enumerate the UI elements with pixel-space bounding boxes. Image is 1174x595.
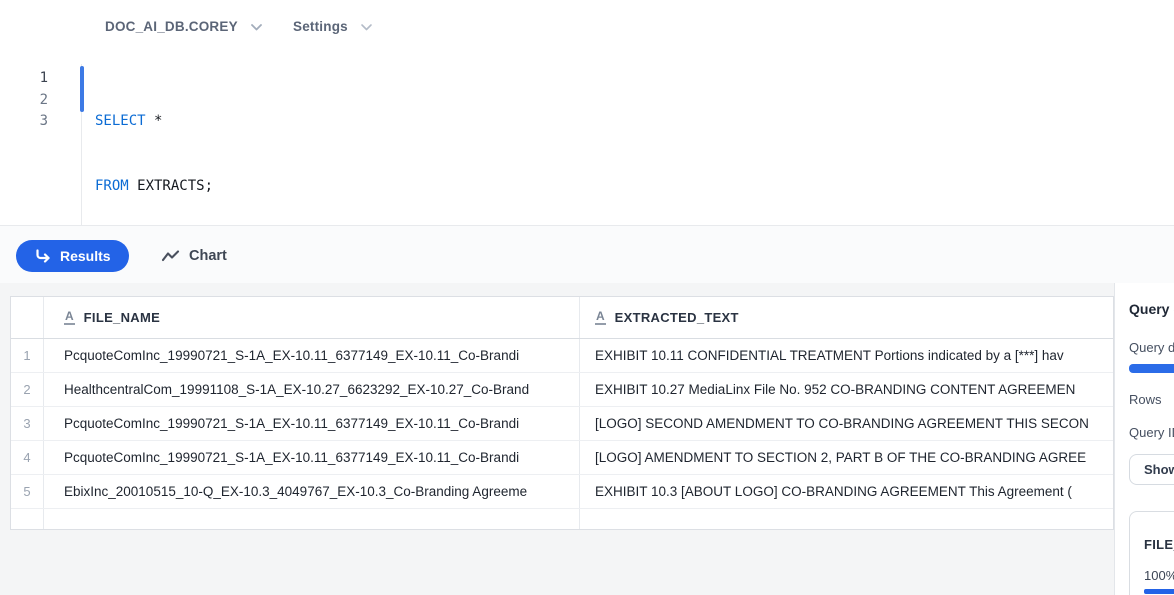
column-header-file-name[interactable]: A FILE_NAME [44, 297, 580, 338]
chevron-down-icon [250, 23, 263, 32]
query-id-label: Query ID [1129, 425, 1174, 440]
sql-code-editor[interactable]: SELECT * FROM EXTRACTS; [95, 68, 1174, 225]
sql-keyword: SELECT [95, 113, 146, 129]
results-toolbar: Results Chart [0, 226, 1174, 283]
column-stats-card[interactable]: FILE_NAME 100% filled [1129, 511, 1174, 595]
row-number: 2 [11, 373, 44, 406]
stats-column-name: FILE_NAME [1144, 537, 1174, 552]
column-header-extracted-text[interactable]: A EXTRACTED_TEXT [580, 297, 1113, 338]
sql-editor-section: DOC_AI_DB.COREY Settings 1 2 3 SELECT * … [0, 0, 1174, 226]
query-duration-label: Query duration [1129, 340, 1174, 355]
editor-toolbar: DOC_AI_DB.COREY Settings [0, 0, 1174, 56]
file-name-cell: PcquoteComInc_19990721_S-1A_EX-10.11_637… [64, 450, 519, 465]
file-name-cell: PcquoteComInc_19990721_S-1A_EX-10.11_637… [64, 348, 519, 363]
query-duration-bar [1129, 364, 1174, 373]
chart-tab-button[interactable]: Chart [153, 240, 235, 272]
line-number: 1 [0, 68, 48, 90]
text-type-icon: A [64, 310, 75, 325]
context-selector-dropdown[interactable]: DOC_AI_DB.COREY [105, 19, 263, 34]
table-row[interactable]: 5 EbixInc_20010515_10-Q_EX-10.3_4049767_… [11, 475, 1113, 509]
extracted-text-cell: EXHIBIT 10.3 [ABOUT LOGO] CO-BRANDING AG… [595, 484, 1072, 499]
column-header-label: FILE_NAME [84, 310, 160, 325]
extracted-text-cell: [LOGO] SECOND AMENDMENT TO CO-BRANDING A… [595, 416, 1089, 431]
table-row[interactable]: 3 PcquoteComInc_19990721_S-1A_EX-10.11_6… [11, 407, 1113, 441]
sql-text: EXTRACTS; [129, 178, 213, 194]
code-line: FROM EXTRACTS; [95, 176, 1174, 198]
column-header-label: EXTRACTED_TEXT [615, 310, 739, 325]
extracted-text-cell: EXHIBIT 10.27 MediaLinx File No. 952 CO-… [595, 382, 1075, 397]
line-number: 3 [0, 111, 48, 133]
results-tab-label: Results [60, 248, 111, 264]
code-line: SELECT * [95, 111, 1174, 133]
show-more-button[interactable]: Show more [1129, 454, 1174, 485]
results-content-region: A FILE_NAME A EXTRACTED_TEXT 1 PcquoteCo… [0, 283, 1174, 595]
settings-label: Settings [293, 19, 348, 34]
results-tab-button[interactable]: Results [16, 240, 129, 272]
line-chart-icon [161, 249, 180, 263]
row-number: 4 [11, 441, 44, 474]
results-table: A FILE_NAME A EXTRACTED_TEXT 1 PcquoteCo… [10, 296, 1114, 530]
line-number: 2 [0, 90, 48, 112]
rows-label: Rows [1129, 392, 1162, 407]
stats-fill-bar [1144, 589, 1174, 594]
sql-text: * [146, 113, 163, 129]
file-name-cell: EbixInc_20010515_10-Q_EX-10.3_4049767_EX… [64, 484, 527, 499]
chart-tab-label: Chart [189, 248, 227, 264]
table-empty-row [11, 509, 1113, 529]
table-row[interactable]: 2 HealthcentralCom_19991108_S-1A_EX-10.2… [11, 373, 1113, 407]
settings-dropdown[interactable]: Settings [293, 19, 373, 34]
file-name-cell: PcquoteComInc_19990721_S-1A_EX-10.11_637… [64, 416, 519, 431]
text-type-icon: A [595, 310, 606, 325]
table-header-row: A FILE_NAME A EXTRACTED_TEXT [11, 297, 1113, 339]
query-details-title: Query details [1129, 301, 1174, 317]
return-arrow-icon [34, 249, 51, 264]
extracted-text-cell: EXHIBIT 10.11 CONFIDENTIAL TREATMENT Por… [595, 348, 1064, 363]
row-number: 1 [11, 339, 44, 372]
row-number: 5 [11, 475, 44, 508]
table-row[interactable]: 1 PcquoteComInc_19990721_S-1A_EX-10.11_6… [11, 339, 1113, 373]
stats-fill-percent: 100% filled [1144, 568, 1174, 583]
editor-line-numbers: 1 2 3 [0, 68, 48, 133]
chevron-down-icon [360, 23, 373, 32]
row-number: 3 [11, 407, 44, 440]
extracted-text-cell: [LOGO] AMENDMENT TO SECTION 2, PART B OF… [595, 450, 1086, 465]
editor-selection-bar [80, 66, 84, 112]
context-selector-label: DOC_AI_DB.COREY [105, 19, 238, 34]
file-name-cell: HealthcentralCom_19991108_S-1A_EX-10.27_… [64, 382, 529, 397]
sql-keyword: FROM [95, 178, 129, 194]
row-number-header-cell [11, 297, 44, 338]
table-row[interactable]: 4 PcquoteComInc_19990721_S-1A_EX-10.11_6… [11, 441, 1113, 475]
query-details-panel: Query details Query duration Rows Query … [1114, 283, 1174, 595]
